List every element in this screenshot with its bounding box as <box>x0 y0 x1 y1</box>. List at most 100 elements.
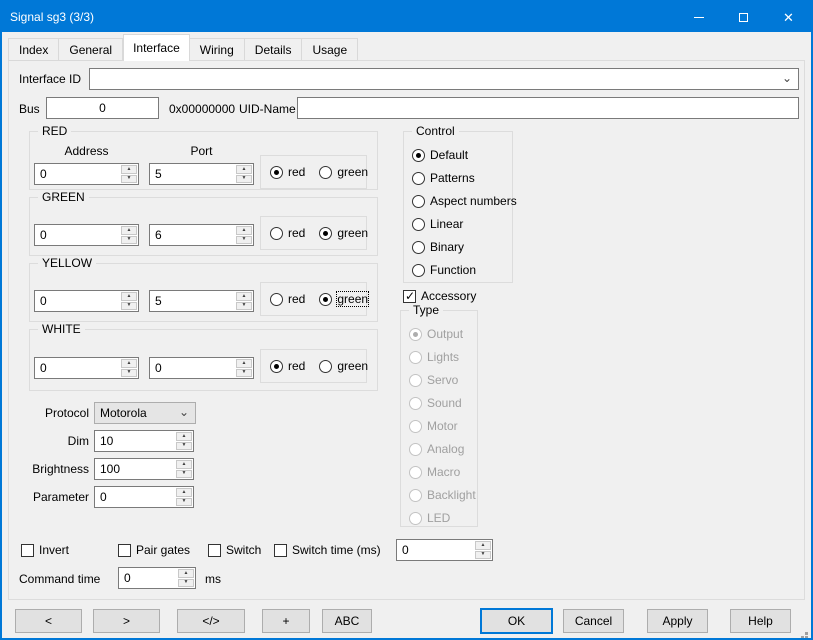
yellow-option-green[interactable]: green <box>319 292 368 306</box>
yellow-port-spinner[interactable]: 5 ▲▼ <box>149 290 254 312</box>
signal-dialog-window: Signal sg3 (3/3) ✕ Index General Interfa… <box>0 0 813 640</box>
checkbox-icon <box>21 544 34 557</box>
white-group-label: WHITE <box>38 322 85 336</box>
white-aspect-radio-frame: red green <box>260 349 367 383</box>
code-button[interactable]: </> <box>177 609 245 633</box>
white-channel-group: WHITE 0 ▲▼ 0 ▲▼ red green <box>29 329 378 391</box>
tab-index[interactable]: Index <box>8 38 59 61</box>
uid-name-field[interactable] <box>297 97 799 119</box>
tab-usage[interactable]: Usage <box>302 38 358 61</box>
type-option-servo: Servo <box>409 373 476 387</box>
control-option-binary[interactable]: Binary <box>412 240 517 254</box>
uid-name-label: UID-Name <box>239 102 296 116</box>
tab-general[interactable]: General <box>59 38 123 61</box>
green-option-red[interactable]: red <box>270 226 305 240</box>
white-option-red-label: red <box>288 359 305 373</box>
spin-down-icon: ▼ <box>121 236 137 245</box>
bus-label: Bus <box>19 102 40 116</box>
spinner-buttons[interactable]: ▲▼ <box>178 569 194 587</box>
resize-grip[interactable] <box>805 632 808 635</box>
red-option-red[interactable]: red <box>270 165 305 179</box>
next-button[interactable]: > <box>93 609 160 633</box>
spinner-buttons[interactable]: ▲▼ <box>121 226 137 244</box>
maximize-button[interactable] <box>721 2 766 32</box>
radio-icon <box>412 195 425 208</box>
control-option-default[interactable]: Default <box>412 148 517 162</box>
invert-checkbox[interactable]: Invert <box>21 543 69 557</box>
command-time-spinner[interactable]: 0 ▲▼ <box>118 567 196 589</box>
bus-field[interactable]: 0 <box>46 97 159 119</box>
spin-down-icon: ▼ <box>236 175 252 184</box>
switch-checkbox[interactable]: Switch <box>208 543 261 557</box>
green-port-spinner[interactable]: 6 ▲▼ <box>149 224 254 246</box>
spinner-buttons[interactable]: ▲▼ <box>475 541 491 559</box>
radio-icon <box>409 374 422 387</box>
tab-details[interactable]: Details <box>245 38 303 61</box>
protocol-combobox[interactable]: Motorola ⌄ <box>94 402 196 424</box>
red-option-green[interactable]: green <box>319 165 368 179</box>
type-option-servo-label: Servo <box>427 373 458 387</box>
protocol-value: Motorola <box>100 406 147 420</box>
red-option-green-label: green <box>337 165 368 179</box>
yellow-option-red[interactable]: red <box>270 292 305 306</box>
switch-time-checkbox[interactable]: Switch time (ms) <box>274 543 381 557</box>
radio-icon <box>412 241 425 254</box>
minimize-button[interactable] <box>676 2 721 32</box>
radio-icon <box>409 328 422 341</box>
spinner-buttons[interactable]: ▲▼ <box>176 460 192 478</box>
apply-button[interactable]: Apply <box>647 609 708 633</box>
white-address-spinner[interactable]: 0 ▲▼ <box>34 357 139 379</box>
spinner-buttons[interactable]: ▲▼ <box>236 226 252 244</box>
spin-up-icon: ▲ <box>178 569 194 578</box>
green-option-green[interactable]: green <box>319 226 368 240</box>
brightness-spinner[interactable]: 100 ▲▼ <box>94 458 194 480</box>
cancel-button[interactable]: Cancel <box>563 609 624 633</box>
tab-interface[interactable]: Interface <box>123 34 190 61</box>
control-option-linear[interactable]: Linear <box>412 217 517 231</box>
help-button[interactable]: Help <box>730 609 791 633</box>
yellow-address-spinner[interactable]: 0 ▲▼ <box>34 290 139 312</box>
add-button[interactable]: + <box>262 609 310 633</box>
red-port-value: 5 <box>155 167 162 181</box>
spinner-buttons[interactable]: ▲▼ <box>121 292 137 310</box>
spinner-buttons[interactable]: ▲▼ <box>236 359 252 377</box>
switch-time-value: 0 <box>402 543 409 557</box>
white-option-green[interactable]: green <box>319 359 368 373</box>
white-port-spinner[interactable]: 0 ▲▼ <box>149 357 254 379</box>
spinner-buttons[interactable]: ▲▼ <box>176 432 192 450</box>
switch-time-spinner[interactable]: 0 ▲▼ <box>396 539 493 561</box>
control-option-patterns[interactable]: Patterns <box>412 171 517 185</box>
port-column-label: Port <box>149 144 254 158</box>
spinner-buttons[interactable]: ▲▼ <box>236 292 252 310</box>
radio-icon <box>409 443 422 456</box>
spin-up-icon: ▲ <box>236 359 252 368</box>
close-button[interactable]: ✕ <box>766 2 811 32</box>
spin-up-icon: ▲ <box>176 488 192 497</box>
prev-button[interactable]: < <box>15 609 82 633</box>
red-port-spinner[interactable]: 5 ▲▼ <box>149 163 254 185</box>
title-bar[interactable]: Signal sg3 (3/3) ✕ <box>2 2 811 32</box>
spin-down-icon: ▼ <box>236 302 252 311</box>
yellow-channel-group: YELLOW 0 ▲▼ 5 ▲▼ red green <box>29 263 378 322</box>
tab-wiring[interactable]: Wiring <box>190 38 245 61</box>
spin-down-icon: ▼ <box>176 442 192 451</box>
dim-spinner[interactable]: 10 ▲▼ <box>94 430 194 452</box>
pair-gates-checkbox[interactable]: Pair gates <box>118 543 190 557</box>
spinner-buttons[interactable]: ▲▼ <box>121 165 137 183</box>
spinner-buttons[interactable]: ▲▼ <box>121 359 137 377</box>
white-option-red[interactable]: red <box>270 359 305 373</box>
control-option-function[interactable]: Function <box>412 263 517 277</box>
spinner-buttons[interactable]: ▲▼ <box>236 165 252 183</box>
spinner-buttons[interactable]: ▲▼ <box>176 488 192 506</box>
abc-button[interactable]: ABC <box>322 609 372 633</box>
interface-id-combobox[interactable]: ⌄ <box>89 68 799 90</box>
accessory-checkbox[interactable]: Accessory <box>403 289 476 303</box>
radio-icon <box>409 466 422 479</box>
red-address-spinner[interactable]: 0 ▲▼ <box>34 163 139 185</box>
ok-button[interactable]: OK <box>480 608 553 634</box>
control-option-aspect-numbers[interactable]: Aspect numbers <box>412 194 517 208</box>
green-address-spinner[interactable]: 0 ▲▼ <box>34 224 139 246</box>
parameter-spinner[interactable]: 0 ▲▼ <box>94 486 194 508</box>
type-option-output: Output <box>409 327 476 341</box>
next-button-label: > <box>123 614 130 628</box>
